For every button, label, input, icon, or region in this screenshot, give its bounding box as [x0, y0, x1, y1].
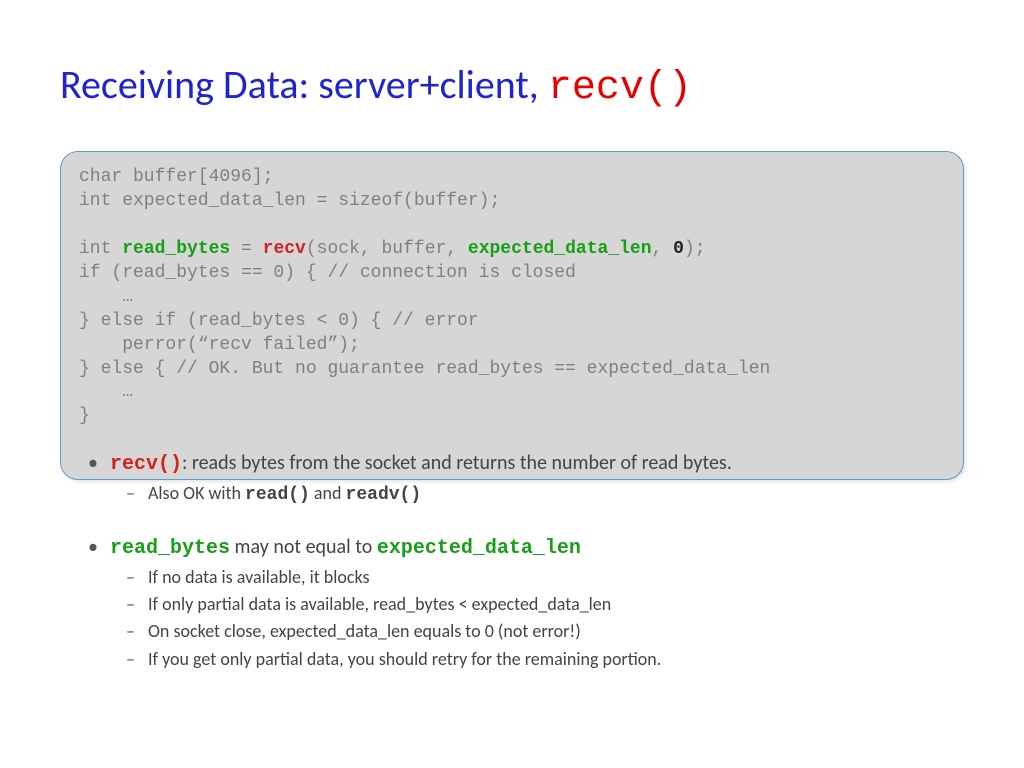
- code-line: } else if (read_bytes < 0) { // error: [79, 311, 479, 331]
- bullet-text: Also OK with: [148, 482, 245, 504]
- bullet-text: If you get only partial data, you should…: [148, 648, 661, 670]
- code-token: =: [230, 239, 262, 259]
- bullet-text: : reads bytes from the socket and return…: [182, 451, 732, 475]
- slide-title: Receiving Data: server+client, recv(): [60, 60, 964, 111]
- bullet-code: recv(): [110, 453, 182, 476]
- bullet-text: On socket close, expected_data_len equal…: [148, 620, 581, 642]
- code-token: 0: [673, 239, 684, 259]
- bullet-code: readv(): [346, 485, 422, 505]
- bullet-text: may not equal to: [230, 535, 377, 559]
- sub-bullet-item: If you get only partial data, you should…: [148, 647, 964, 671]
- sub-bullet-item: Also OK with read() and readv(): [148, 481, 964, 507]
- bullet-text: If only partial data is available, read_…: [148, 593, 611, 615]
- code-line: perror(“recv failed”);: [79, 335, 360, 355]
- bullet-item: recv(): reads bytes from the socket and …: [110, 450, 964, 507]
- code-line: }: [79, 406, 90, 426]
- code-token: );: [684, 239, 706, 259]
- code-line: if (read_bytes == 0) { // connection is …: [79, 263, 576, 283]
- bullet-item: read_bytes may not equal to expected_dat…: [110, 534, 964, 671]
- sub-bullet-item: On socket close, expected_data_len equal…: [148, 619, 964, 643]
- code-token: ,: [652, 239, 674, 259]
- bullet-code: expected_data_len: [377, 537, 581, 560]
- code-line: int expected_data_len = sizeof(buffer);: [79, 191, 500, 211]
- code-line: char buffer[4096];: [79, 167, 273, 187]
- code-line: int: [79, 239, 122, 259]
- sub-bullet-item: If no data is available, it blocks: [148, 565, 964, 589]
- bullet-list: recv(): reads bytes from the socket and …: [60, 450, 964, 670]
- bullet-text: and: [310, 482, 346, 504]
- code-block: char buffer[4096]; int expected_data_len…: [60, 151, 964, 480]
- bullet-code: read_bytes: [110, 537, 230, 560]
- sub-bullet-list: If no data is available, it blocks If on…: [148, 565, 964, 671]
- code-token: expected_data_len: [468, 239, 652, 259]
- sub-bullet-item: If only partial data is available, read_…: [148, 592, 964, 616]
- title-code: recv(): [548, 66, 692, 111]
- code-line: …: [79, 382, 133, 402]
- code-token: recv: [263, 239, 306, 259]
- code-token: (sock, buffer,: [306, 239, 468, 259]
- code-line: …: [79, 287, 133, 307]
- sub-bullet-list: Also OK with read() and readv(): [148, 481, 964, 507]
- slide: Receiving Data: server+client, recv() ch…: [0, 0, 1024, 768]
- title-text: Receiving Data: server+client,: [60, 60, 548, 109]
- code-token: read_bytes: [122, 239, 230, 259]
- code-line: } else { // OK. But no guarantee read_by…: [79, 359, 770, 379]
- bullet-code: read(): [245, 485, 310, 505]
- bullet-text: If no data is available, it blocks: [148, 566, 370, 588]
